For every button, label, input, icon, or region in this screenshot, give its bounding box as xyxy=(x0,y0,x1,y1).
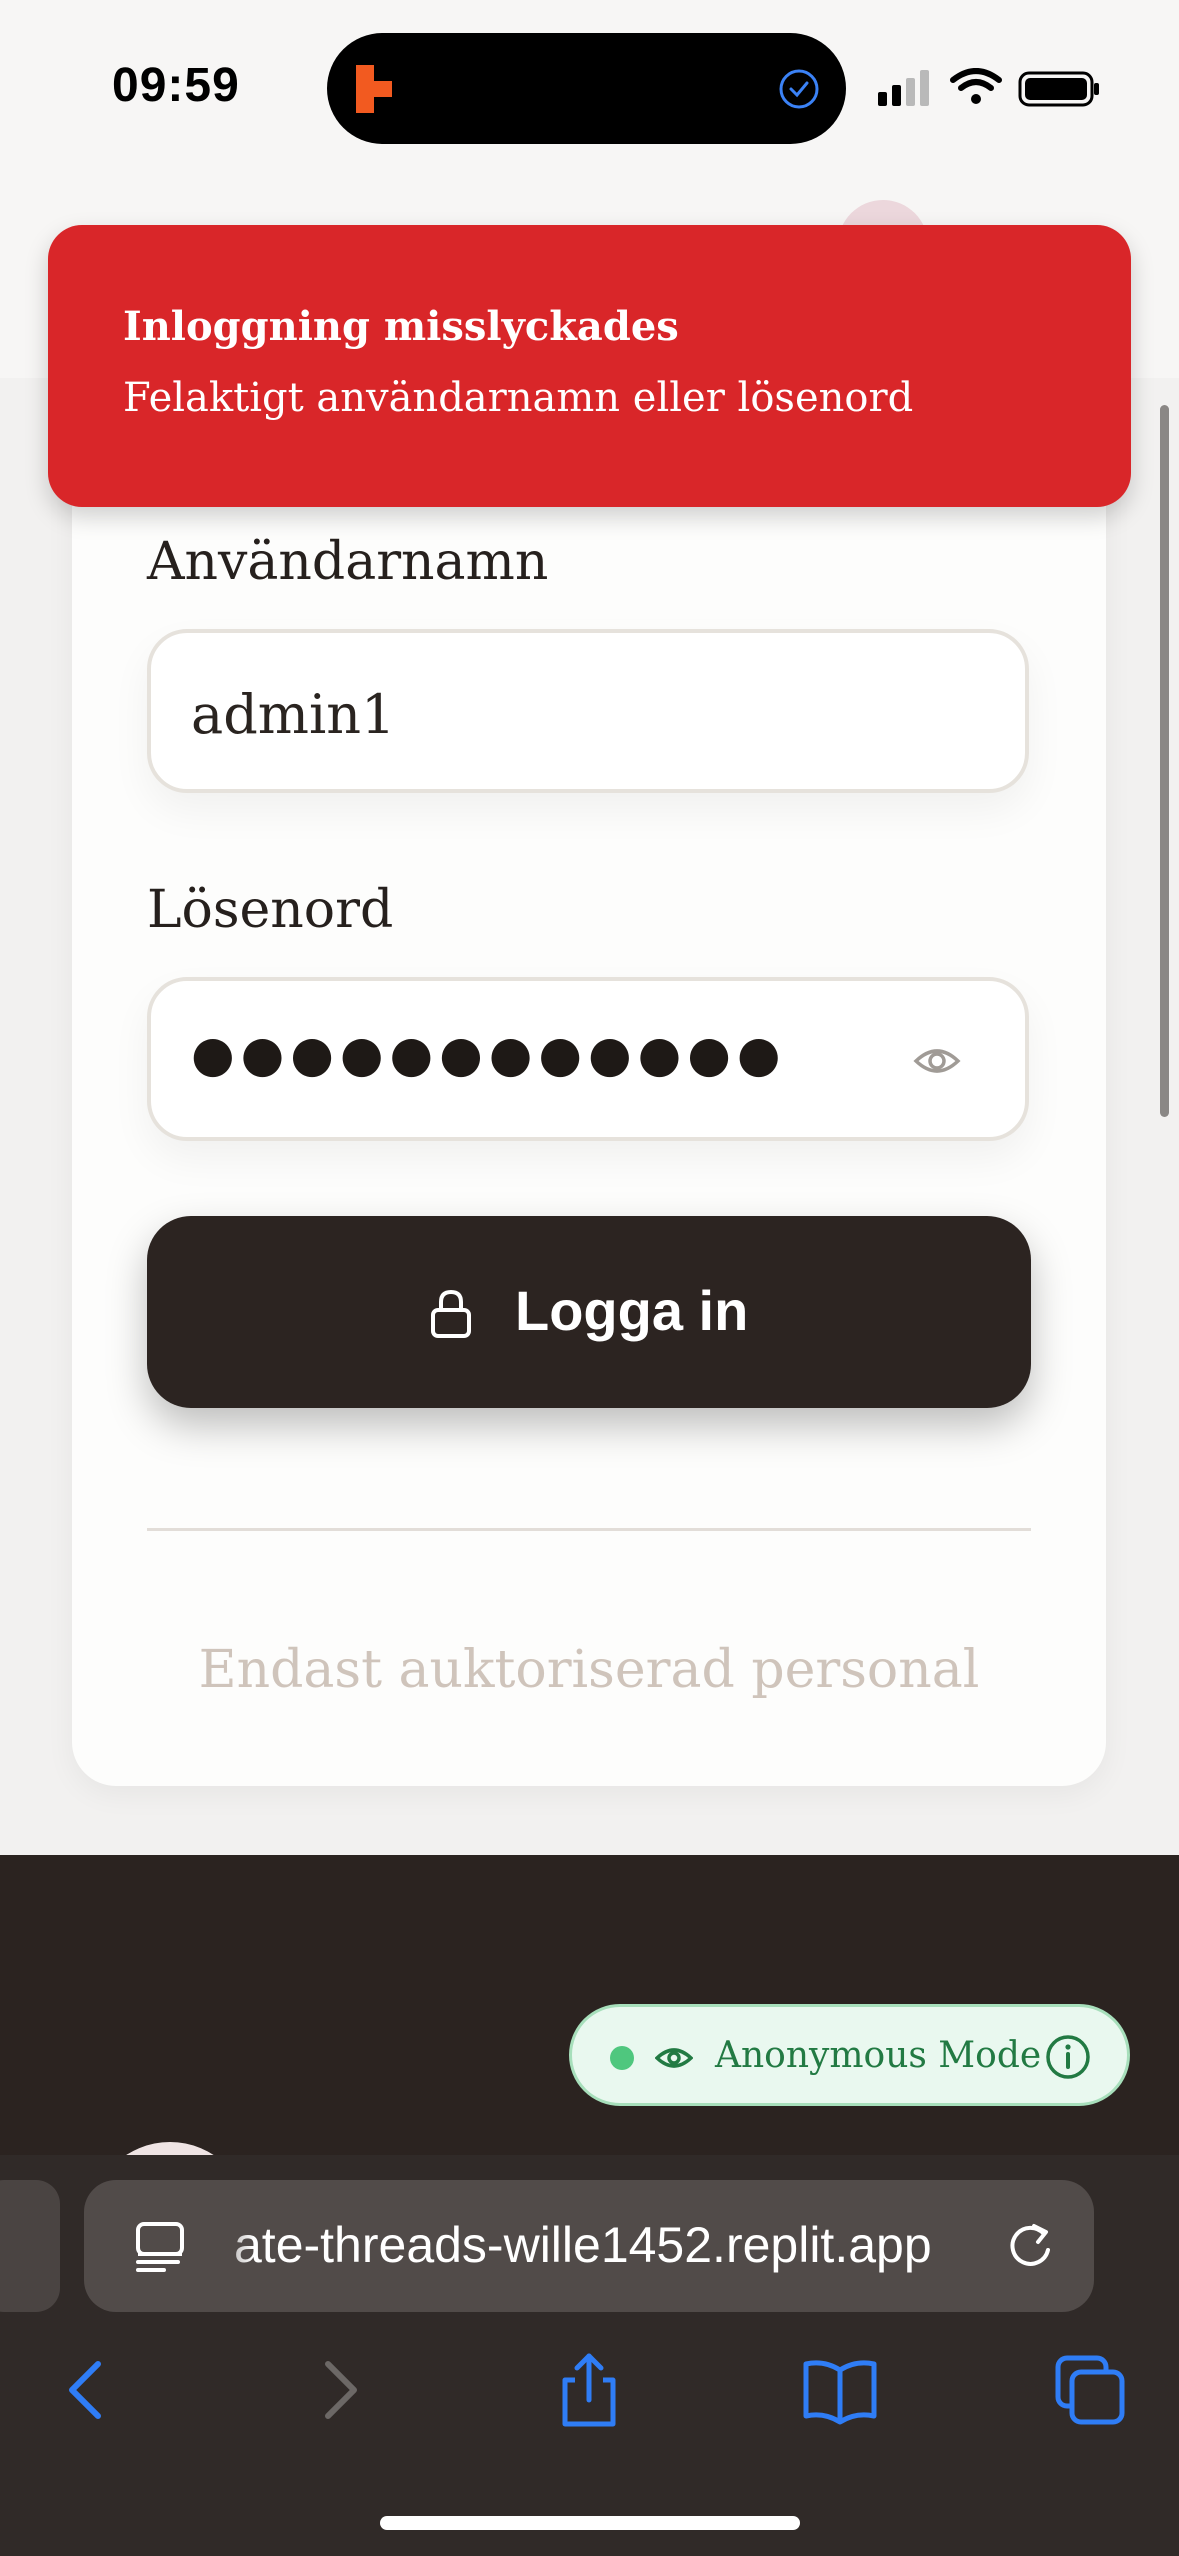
username-value: admin1 xyxy=(191,683,396,746)
home-indicator[interactable] xyxy=(380,2516,800,2530)
back-button[interactable] xyxy=(46,2350,126,2430)
info-icon[interactable] xyxy=(1044,2033,1092,2081)
site-settings-icon[interactable] xyxy=(134,2220,186,2272)
bookmarks-button[interactable] xyxy=(800,2350,880,2430)
eye-icon[interactable] xyxy=(913,1037,961,1085)
password-field[interactable]: ●●●●●●●●●●●● xyxy=(147,977,1029,1141)
anonymous-mode-label: Anonymous Mode xyxy=(715,2035,1042,2076)
footer-note: Endast auktoriserad personal xyxy=(198,1640,980,1700)
forward-button[interactable] xyxy=(300,2350,380,2430)
status-dot xyxy=(610,2046,634,2070)
url-fade xyxy=(194,2180,254,2312)
app-logo-icon xyxy=(356,65,392,113)
toast-message: Felaktigt användarnamn eller lösenord xyxy=(123,375,914,421)
dynamic-island xyxy=(327,33,846,144)
signal-icon xyxy=(878,70,929,106)
status-icons xyxy=(878,68,1099,107)
status-time: 09:59 xyxy=(112,59,240,112)
password-label: Lösenord xyxy=(147,880,394,940)
login-button-label: Logga in xyxy=(515,1279,749,1342)
error-toast[interactable]: Inloggning misslyckades Felaktigt använd… xyxy=(48,225,1131,507)
reload-icon[interactable] xyxy=(1004,2220,1056,2272)
share-icon xyxy=(562,2353,616,2427)
back-arrow-icon xyxy=(69,2361,101,2419)
username-label: Användarnamn xyxy=(147,532,549,592)
username-field[interactable]: admin1 xyxy=(147,629,1029,793)
tabs-button[interactable] xyxy=(1050,2350,1130,2430)
url-text: ate-threads-wille1452.replit.app xyxy=(234,2217,932,2273)
status-bar: 09:59 xyxy=(0,0,1179,180)
checkmark-circle-icon xyxy=(779,69,819,109)
forward-arrow-icon xyxy=(325,2361,357,2419)
scrollbar[interactable] xyxy=(1160,405,1169,1117)
address-bar[interactable]: ate-threads-wille1452.replit.app xyxy=(84,2180,1094,2312)
tabs-icon xyxy=(1055,2355,1125,2425)
wifi-icon xyxy=(950,68,1002,104)
toast-title: Inloggning misslyckades xyxy=(123,303,679,350)
eye-icon xyxy=(655,2048,693,2068)
previous-tab-preview[interactable] xyxy=(0,2180,60,2312)
battery-icon xyxy=(1018,71,1099,107)
bookmarks-icon xyxy=(803,2360,877,2425)
share-button[interactable] xyxy=(549,2350,629,2430)
password-value: ●●●●●●●●●●●● xyxy=(191,1025,787,1083)
divider xyxy=(147,1528,1031,1531)
lock-icon xyxy=(431,1289,471,1338)
login-button[interactable]: Logga in xyxy=(147,1216,1031,1408)
anonymous-mode-badge[interactable]: Anonymous Mode xyxy=(569,2004,1130,2106)
